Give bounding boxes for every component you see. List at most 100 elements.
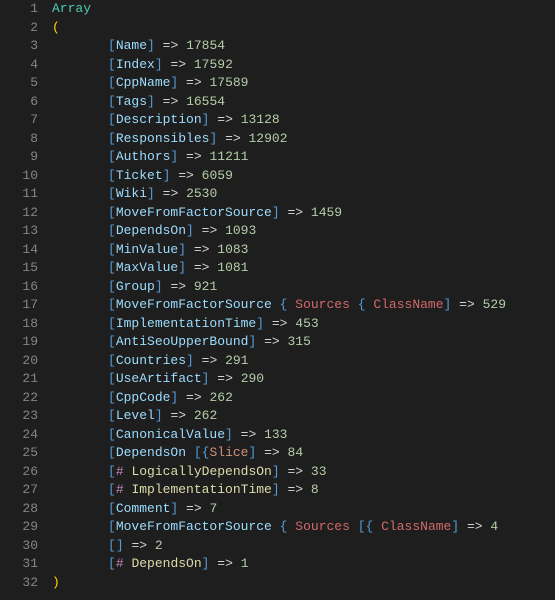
token <box>178 501 186 516</box>
code-line[interactable]: [Index] => 17592 <box>52 56 555 75</box>
code-line[interactable]: [DependsOn [{Slice] => 84 <box>52 444 555 463</box>
code-line[interactable]: [MinValue] => 1083 <box>52 241 555 260</box>
code-line[interactable]: [Description] => 13128 <box>52 111 555 130</box>
code-line[interactable]: [CanonicalValue] => 133 <box>52 426 555 445</box>
token <box>272 297 280 312</box>
token: 1459 <box>311 205 342 220</box>
line-number: 27 <box>0 481 38 500</box>
token: [ <box>108 464 116 479</box>
token: [ <box>108 57 116 72</box>
token: MoveFromFactorSource <box>116 519 272 534</box>
token: [ <box>108 260 116 275</box>
token: [ <box>108 538 116 553</box>
token: ] <box>256 316 264 331</box>
token <box>264 316 272 331</box>
line-number: 1 <box>0 0 38 19</box>
token: Authors <box>116 149 171 164</box>
code-line[interactable]: [MoveFromFactorSource] => 1459 <box>52 204 555 223</box>
code-line[interactable]: [CppName] => 17589 <box>52 74 555 93</box>
token: DependsOn <box>131 556 201 571</box>
code-line[interactable]: ) <box>52 574 555 593</box>
token: 4 <box>490 519 498 534</box>
token: ImplementationTime <box>131 482 271 497</box>
line-number: 19 <box>0 333 38 352</box>
code-line[interactable]: [Wiki] => 2530 <box>52 185 555 204</box>
code-line[interactable]: [# ImplementationTime] => 8 <box>52 481 555 500</box>
token: [ <box>108 501 116 516</box>
token: ] <box>178 260 186 275</box>
code-line[interactable]: [MaxValue] => 1081 <box>52 259 555 278</box>
code-line[interactable]: [Comment] => 7 <box>52 500 555 519</box>
token: => <box>131 538 147 553</box>
token: Index <box>116 57 155 72</box>
token: [ <box>108 297 116 312</box>
token: [ <box>108 112 116 127</box>
code-line[interactable]: Array <box>52 0 555 19</box>
code-line[interactable]: [Tags] => 16554 <box>52 93 555 112</box>
code-line[interactable]: ( <box>52 19 555 38</box>
token: => <box>288 464 304 479</box>
token: 8 <box>311 482 319 497</box>
line-number: 8 <box>0 130 38 149</box>
code-line[interactable]: [MoveFromFactorSource { Sources { ClassN… <box>52 296 555 315</box>
code-line[interactable]: [ImplementationTime] => 453 <box>52 315 555 334</box>
token: CppName <box>116 75 171 90</box>
token <box>256 427 264 442</box>
token: DependsOn <box>116 445 186 460</box>
code-line[interactable]: [Level] => 262 <box>52 407 555 426</box>
token: [ <box>108 94 116 109</box>
code-line[interactable]: [MoveFromFactorSource { Sources [{ Class… <box>52 518 555 537</box>
token: => <box>272 316 288 331</box>
token <box>451 297 459 312</box>
token <box>155 38 163 53</box>
token: => <box>163 94 179 109</box>
token: 33 <box>311 464 327 479</box>
code-line[interactable]: [Name] => 17854 <box>52 37 555 56</box>
code-line[interactable]: [# DependsOn] => 1 <box>52 555 555 574</box>
token <box>178 149 186 164</box>
token: 12902 <box>248 131 287 146</box>
token <box>233 556 241 571</box>
code-content[interactable]: Array([Name] => 17854[Index] => 17592[Cp… <box>52 0 555 592</box>
code-line[interactable]: [CppCode] => 262 <box>52 389 555 408</box>
code-line[interactable]: [DependsOn] => 1093 <box>52 222 555 241</box>
line-number: 29 <box>0 518 38 537</box>
code-line[interactable]: [Group] => 921 <box>52 278 555 297</box>
code-line[interactable]: [AntiSeoUpperBound] => 315 <box>52 333 555 352</box>
line-number: 14 <box>0 241 38 260</box>
line-number: 3 <box>0 37 38 56</box>
code-line[interactable]: [Responsibles] => 12902 <box>52 130 555 149</box>
token: 315 <box>287 334 310 349</box>
token: ImplementationTime <box>116 316 256 331</box>
token: Slice <box>209 445 248 460</box>
token: MaxValue <box>116 260 178 275</box>
token: ] <box>272 205 280 220</box>
code-line[interactable]: [UseArtifact] => 290 <box>52 370 555 389</box>
token: [ <box>108 482 116 497</box>
token: => <box>170 279 186 294</box>
line-number: 7 <box>0 111 38 130</box>
line-number: 18 <box>0 315 38 334</box>
token: Level <box>116 408 155 423</box>
token <box>256 445 264 460</box>
token: => <box>217 112 233 127</box>
token <box>280 445 288 460</box>
token: => <box>217 371 233 386</box>
token: ] <box>147 186 155 201</box>
code-line[interactable]: [Authors] => 11211 <box>52 148 555 167</box>
code-line[interactable]: [Countries] => 291 <box>52 352 555 371</box>
code-editor[interactable]: 1234567891011121314151617181920212223242… <box>0 0 555 592</box>
code-line[interactable]: [Ticket] => 6059 <box>52 167 555 186</box>
token: AntiSeoUpperBound <box>116 334 249 349</box>
token: UseArtifact <box>116 371 202 386</box>
token <box>147 538 155 553</box>
token: => <box>163 186 179 201</box>
code-line[interactable]: [] => 2 <box>52 537 555 556</box>
token: => <box>194 242 210 257</box>
token: 1093 <box>225 223 256 238</box>
token: Sources <box>295 297 350 312</box>
token: Tags <box>116 94 147 109</box>
token: ] <box>451 519 459 534</box>
token: [ <box>108 149 116 164</box>
code-line[interactable]: [# LogicallyDependsOn] => 33 <box>52 463 555 482</box>
